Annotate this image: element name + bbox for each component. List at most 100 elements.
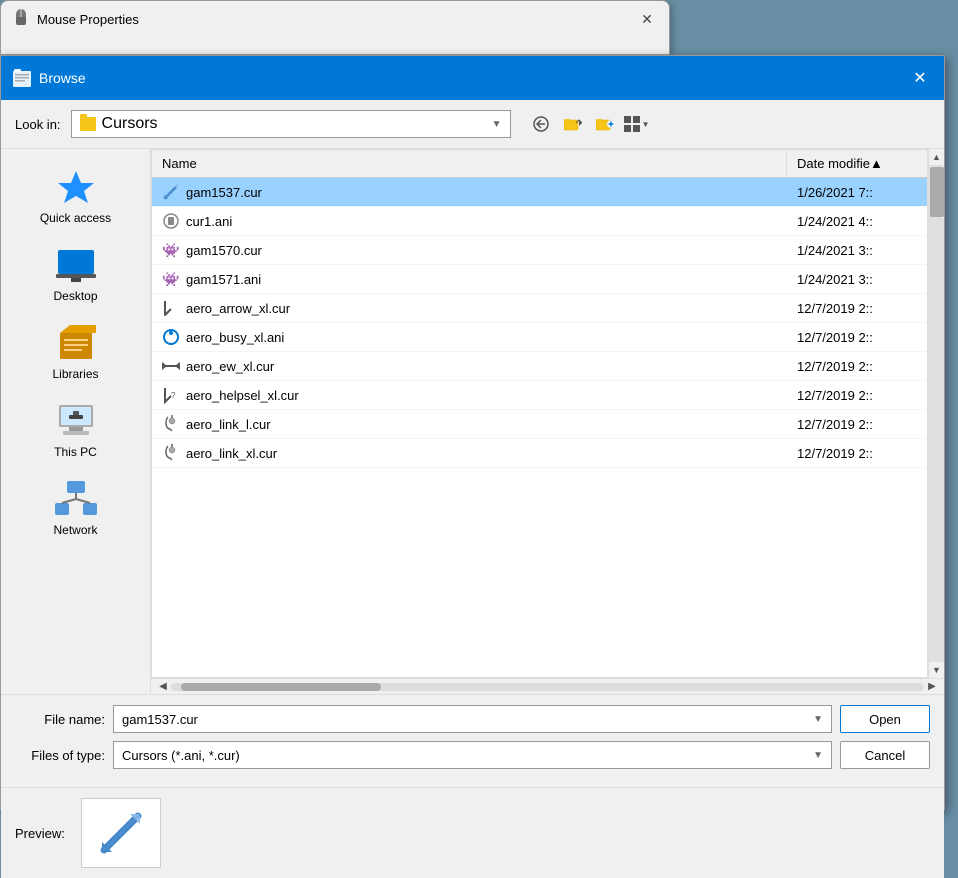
- back-icon: [533, 116, 549, 132]
- scroll-left-arrow[interactable]: ◀: [155, 679, 171, 695]
- libraries-label: Libraries: [52, 367, 98, 381]
- this-pc-label: This PC: [54, 445, 97, 459]
- file-row-date-0: 1/26/2021 7::: [787, 185, 927, 200]
- this-pc-icon: [54, 401, 98, 441]
- table-row[interactable]: aero_arrow_xl.cur 12/7/2019 2::: [152, 294, 927, 323]
- browse-sidebar: Quick access Desktop: [1, 149, 151, 694]
- open-button[interactable]: Open: [840, 705, 930, 733]
- browse-dialog: Browse ✕ Look in: Cursors ▼: [0, 55, 945, 810]
- network-label: Network: [53, 523, 97, 537]
- file-row-date-7: 12/7/2019 2::: [787, 388, 927, 403]
- table-row[interactable]: aero_link_xl.cur 12/7/2019 2::: [152, 439, 927, 468]
- preview-label: Preview:: [15, 826, 65, 841]
- file-icon-8: [162, 415, 180, 433]
- quick-access-icon: [54, 167, 98, 207]
- sidebar-item-network[interactable]: Network: [1, 471, 150, 545]
- file-row-name: ? aero_helpsel_xl.cur: [152, 386, 787, 404]
- table-row[interactable]: aero_ew_xl.cur 12/7/2019 2::: [152, 352, 927, 381]
- sidebar-item-desktop[interactable]: Desktop: [1, 237, 150, 311]
- file-row-date-1: 1/24/2021 4::: [787, 214, 927, 229]
- browse-toolbar: Look in: Cursors ▼: [1, 100, 944, 149]
- right-scrollbar[interactable]: ▲ ▼: [928, 149, 944, 678]
- file-icon-0: [162, 183, 180, 201]
- table-row[interactable]: 👾 gam1570.cur 1/24/2021 3::: [152, 236, 927, 265]
- file-row-name: aero_busy_xl.ani: [152, 328, 787, 346]
- file-row-date-9: 12/7/2019 2::: [787, 446, 927, 461]
- dropdown-arrow-icon: ▼: [492, 119, 502, 130]
- views-button[interactable]: ▼: [623, 110, 651, 138]
- file-icon-2: 👾: [162, 241, 180, 259]
- folder-icon: [80, 117, 96, 131]
- file-name-label: File name:: [15, 712, 105, 727]
- file-list-container[interactable]: Name Date modifie▲: [151, 149, 928, 678]
- desktop-label: Desktop: [53, 289, 97, 303]
- file-row-name: cur1.ani: [152, 212, 787, 230]
- new-folder-button[interactable]: [591, 110, 619, 138]
- views-dropdown-arrow: ▼: [642, 120, 650, 129]
- up-folder-icon: [564, 116, 582, 132]
- horizontal-scrollbar[interactable]: ◀ ▶: [151, 678, 944, 694]
- browse-close-button[interactable]: ✕: [908, 66, 932, 90]
- scroll-thumb[interactable]: [930, 167, 944, 217]
- file-name-dropdown-arrow: ▼: [813, 714, 823, 725]
- file-list-header-name[interactable]: Name: [152, 150, 787, 177]
- toolbar-icons: ▼: [527, 110, 651, 138]
- scroll-up-arrow[interactable]: ▲: [929, 149, 945, 165]
- browse-titlebar: Browse ✕: [1, 56, 944, 100]
- mouse-properties-close-button[interactable]: ✕: [637, 9, 657, 29]
- file-list-header-date[interactable]: Date modifie▲: [787, 150, 927, 177]
- look-in-label: Look in:: [15, 117, 61, 132]
- sidebar-item-this-pc[interactable]: This PC: [1, 393, 150, 467]
- file-row-date-8: 12/7/2019 2::: [787, 417, 927, 432]
- file-type-input[interactable]: Cursors (*.ani, *.cur) ▼: [113, 741, 832, 769]
- file-icon-6: [162, 357, 180, 375]
- scroll-right-arrow[interactable]: ▶: [924, 679, 940, 695]
- horizontal-scroll-track[interactable]: [171, 683, 924, 691]
- table-row[interactable]: ? aero_helpsel_xl.cur 12/7/2019 2::: [152, 381, 927, 410]
- browse-dialog-icon: [13, 67, 31, 89]
- file-icon-4: [162, 299, 180, 317]
- file-type-dropdown-arrow: ▼: [813, 750, 823, 761]
- table-row[interactable]: gam1537.cur 1/26/2021 7::: [152, 178, 927, 207]
- browse-preview: Preview:: [1, 787, 944, 878]
- file-row-name: aero_arrow_xl.cur: [152, 299, 787, 317]
- file-name-value: gam1537.cur: [122, 712, 198, 727]
- browse-title-left: Browse: [13, 67, 86, 89]
- mouse-properties-titlebar: Mouse Properties ✕: [1, 1, 669, 37]
- file-icon-3: 👾: [162, 270, 180, 288]
- scroll-track[interactable]: [929, 165, 945, 662]
- file-icon-7: ?: [162, 386, 180, 404]
- table-row[interactable]: 👾 gam1571.ani 1/24/2021 3::: [152, 265, 927, 294]
- file-row-date-6: 12/7/2019 2::: [787, 359, 927, 374]
- sidebar-item-quick-access[interactable]: Quick access: [1, 159, 150, 233]
- file-list-and-scrollbar: Name Date modifie▲: [151, 149, 944, 678]
- horizontal-scroll-thumb[interactable]: [181, 683, 381, 691]
- file-row-name: aero_ew_xl.cur: [152, 357, 787, 375]
- cancel-button[interactable]: Cancel: [840, 741, 930, 769]
- table-row[interactable]: aero_link_l.cur 12/7/2019 2::: [152, 410, 927, 439]
- file-name-input[interactable]: gam1537.cur ▼: [113, 705, 832, 733]
- file-type-row: Files of type: Cursors (*.ani, *.cur) ▼ …: [15, 741, 930, 769]
- up-folder-button[interactable]: [559, 110, 587, 138]
- views-icon: [624, 116, 642, 132]
- file-icon-5: [162, 328, 180, 346]
- libraries-icon: [54, 323, 98, 363]
- file-icon-1: [162, 212, 180, 230]
- mouse-properties-window: Mouse Properties ✕: [0, 0, 670, 55]
- file-type-label: Files of type:: [15, 748, 105, 763]
- look-in-dropdown-content: Cursors: [80, 115, 158, 133]
- look-in-dropdown[interactable]: Cursors ▼: [71, 110, 511, 138]
- network-icon: [54, 479, 98, 519]
- sidebar-item-libraries[interactable]: Libraries: [1, 315, 150, 389]
- preview-icon: [96, 808, 146, 858]
- new-folder-icon: [596, 116, 614, 132]
- mouse-properties-title: Mouse Properties: [37, 12, 139, 27]
- back-button[interactable]: [527, 110, 555, 138]
- table-row[interactable]: cur1.ani 1/24/2021 4::: [152, 207, 927, 236]
- preview-box: [81, 798, 161, 868]
- table-row[interactable]: aero_busy_xl.ani 12/7/2019 2::: [152, 323, 927, 352]
- file-row-name: 👾 gam1571.ani: [152, 270, 787, 288]
- scroll-down-arrow[interactable]: ▼: [929, 662, 945, 678]
- file-row-date-3: 1/24/2021 3::: [787, 272, 927, 287]
- file-name-row: File name: gam1537.cur ▼ Open: [15, 705, 930, 733]
